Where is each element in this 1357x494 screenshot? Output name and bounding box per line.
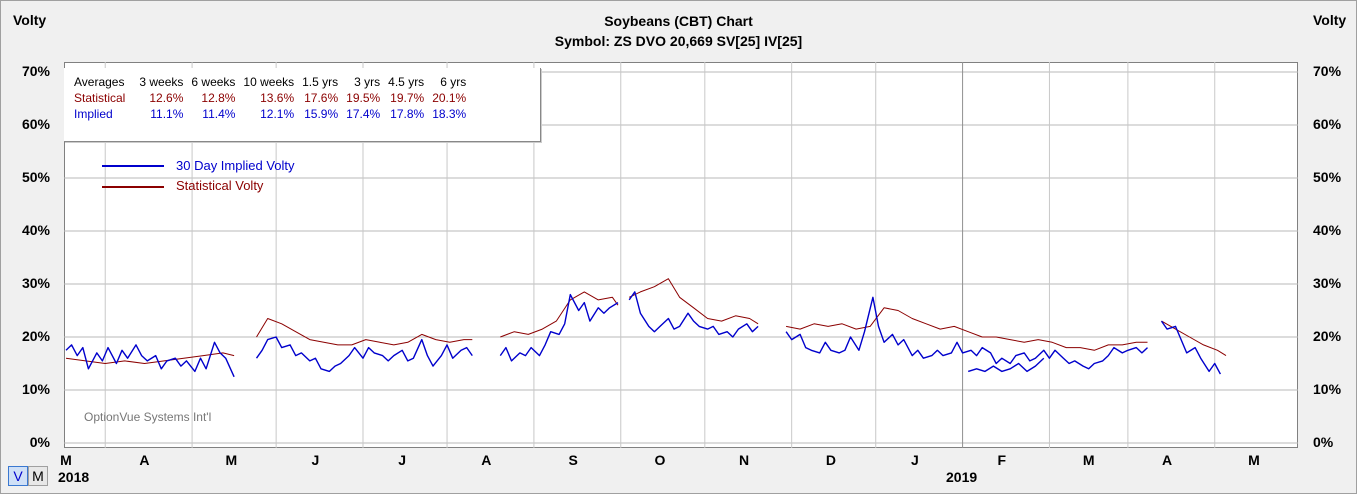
implied-row: Implied 11.1% 11.4% 12.1% 15.9% 17.4% 17… (70, 106, 470, 122)
legend-implied-swatch (102, 165, 164, 167)
y-tick-label: 50% (1313, 169, 1342, 185)
table-cell: 20.1% (432, 91, 467, 105)
x-tick-label: A (1162, 452, 1173, 468)
table-cell: Statistical (74, 91, 126, 105)
averages-table: Averages 3 weeks 6 weeks 10 weeks 1.5 yr… (64, 68, 541, 142)
chart-title: Soybeans (CBT) Chart (604, 13, 753, 29)
table-cell: 10 weeks (243, 75, 295, 89)
legend-statistical-swatch (102, 186, 164, 188)
table-cell: 17.6% (304, 91, 339, 105)
table-cell: 6 yrs (440, 75, 467, 89)
statistical-row: Statistical 12.6% 12.8% 13.6% 17.6% 19.5… (70, 90, 470, 106)
x-tick-label: N (738, 452, 750, 468)
x-tick-label: D (825, 452, 836, 468)
x-tick-label: M (1248, 452, 1260, 468)
chart-subtitle: Symbol: ZS DVO 20,669 SV[25] IV[25] (554, 33, 803, 49)
y-tick-label: 40% (21, 222, 50, 238)
y-tick-label: 40% (1313, 222, 1342, 238)
x-tick-label: M (225, 452, 238, 468)
y-tick-label: 50% (21, 169, 50, 185)
table-cell: 3 yrs (354, 75, 381, 89)
table-cell: 12.1% (260, 107, 295, 121)
x-tick-label: A (481, 452, 492, 468)
y-tick-label: 30% (21, 275, 50, 291)
watermark: OptionVue Systems Int'l (84, 410, 212, 424)
table-cell: 15.9% (304, 107, 339, 121)
y-tick-label: 70% (21, 63, 50, 79)
averages-header-row: Averages 3 weeks 6 weeks 10 weeks 1.5 yr… (70, 74, 470, 90)
x-tick-label: S (568, 452, 578, 468)
table-cell: 12.6% (149, 91, 184, 105)
legend-implied-label: 30 Day Implied Volty (176, 158, 295, 173)
table-cell: 13.6% (260, 91, 295, 105)
y-tick-label: 10% (21, 381, 50, 397)
y-tick-label: 20% (1313, 328, 1342, 344)
table-cell: 11.4% (202, 107, 236, 121)
table-cell: 12.8% (201, 91, 236, 105)
x-tick-label: J (911, 452, 919, 468)
table-cell: 6 weeks (191, 75, 236, 89)
x-tick-label: J (398, 452, 407, 468)
x-tick-label: O (654, 452, 666, 468)
year-label: 2019 (946, 469, 978, 485)
table-cell: 17.8% (390, 107, 425, 121)
x-tick-label: M (1082, 452, 1095, 468)
y-tick-label: 0% (29, 434, 50, 450)
y-tick-label: 0% (1313, 434, 1334, 450)
y-tick-label: 10% (1313, 381, 1342, 397)
table-cell: 3 weeks (139, 75, 184, 89)
x-tick-label: J (311, 452, 320, 468)
month-view-toggle[interactable]: M (28, 466, 48, 486)
y-tick-label: 60% (1313, 116, 1342, 132)
volty-view-toggle[interactable]: V (8, 466, 28, 486)
x-tick-label: A (139, 452, 150, 468)
table-cell: 11.1% (150, 107, 184, 121)
table-cell: 18.3% (432, 107, 467, 121)
y-tick-label: 60% (21, 116, 50, 132)
table-cell: 1.5 yrs (302, 75, 339, 89)
table-cell: Implied (74, 107, 113, 121)
y-tick-label: 20% (21, 328, 50, 344)
x-tick-label: M (60, 452, 72, 468)
table-cell: 19.7% (390, 91, 425, 105)
legend-statistical-label: Statistical Volty (176, 178, 264, 193)
table-cell: Averages (74, 75, 125, 89)
x-tick-label: F (997, 452, 1007, 468)
table-cell: 4.5 yrs (388, 75, 425, 89)
y-tick-label: 70% (1313, 63, 1342, 79)
y-tick-label: 30% (1313, 275, 1342, 291)
table-cell: 17.4% (346, 107, 381, 121)
year-label: 2018 (58, 469, 90, 485)
table-cell: 19.5% (346, 91, 381, 105)
